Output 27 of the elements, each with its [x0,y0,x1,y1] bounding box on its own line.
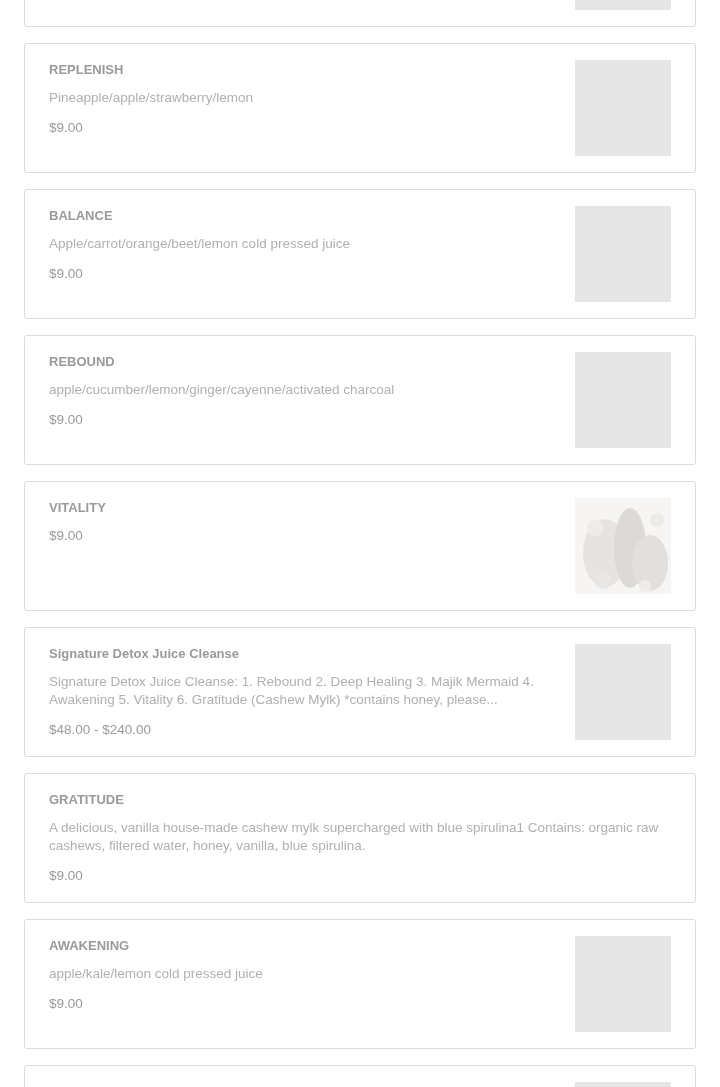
product-name: AWAKENING [49,937,131,955]
product-description: apple/kale/lemon cold pressed juice [49,965,264,983]
product-description: Pineapple/apple/strawberry/lemon [49,89,255,107]
product-description: Signature Detox Juice Cleanse: 1. Rebound 2. Deep Healing 3. Majik Mermaid 4. Awakening 5. Vitality 6. Gratitude (Cashew Mylk) *contains honey, please... [49,673,535,709]
product-price: $9.00 [49,995,84,1013]
product-name: GRATITUDE [49,791,125,809]
product-card[interactable]: REBOUND apple/cucumber/lemon/ginger/cayenne/activated charcoal $9.00 [24,335,696,465]
product-card[interactable]: GRATITUDE A delicious, vanilla house-made cashew mylk supercharged with blue spirulina1 Contains: organic raw cashews, filtered water, honey, vanilla, blue spirulina. $9.00 [24,773,696,903]
product-card[interactable]: REPLENISH Pineapple/apple/strawberry/lemon $9.00 [24,43,696,173]
product-name: BALANCE [49,207,114,225]
product-description: apple/cucumber/lemon/ginger/cayenne/activated charcoal [49,381,396,399]
product-card[interactable]: AWAKENING apple/kale/lemon cold pressed juice $9.00 [24,919,696,1049]
product-price: $9.00 [49,527,84,545]
product-price: $9.00 [49,265,84,283]
product-name: Signature Detox Juice Cleanse [49,645,240,663]
product-name: VITALITY [49,499,107,517]
product-price: $9.00 [49,867,84,885]
product-card[interactable]: VITALITY $9.00 [24,481,696,611]
product-description: Apple/carrot/orange/beet/lemon cold pressed juice [49,235,351,253]
product-name: REBOUND [49,353,116,371]
product-card[interactable]: Signature Detox Juice Cleanse Signature Detox Juice Cleanse: 1. Rebound 2. Deep Healing 3. Majik Mermaid 4. Awakening 5. Vitality 6. Gratitude (Cashew Mylk) *contains honey, please... $48.00 - $240.00 [24,627,696,757]
product-description: A delicious, vanilla house-made cashew mylk supercharged with blue spirulina1 Contains: organic raw cashews, filtered water, honey, vanilla, blue spirulina. [49,819,660,855]
product-price: $9.00 [49,119,84,137]
product-name: REPLENISH [49,61,125,79]
product-price: $48.00 - $240.00 [49,721,153,739]
product-card[interactable]: BALANCE Apple/carrot/orange/beet/lemon cold pressed juice $9.00 [24,189,696,319]
product-price: $9.00 [49,411,84,429]
